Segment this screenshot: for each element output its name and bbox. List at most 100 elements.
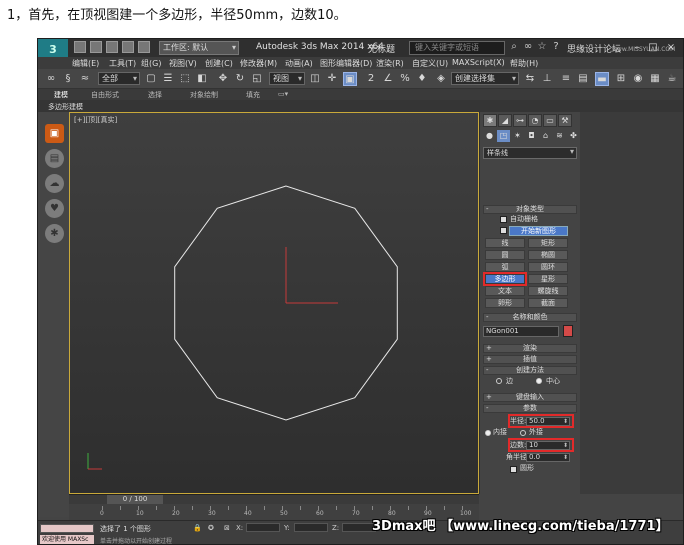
- lights-icon[interactable]: ✶: [511, 130, 524, 142]
- menu-graph-editors[interactable]: 图形编辑器(D): [320, 58, 372, 69]
- shape-category-select[interactable]: 样条线: [483, 147, 577, 159]
- rotate-icon[interactable]: ↻: [233, 72, 247, 86]
- close-icon[interactable]: ×: [664, 41, 678, 54]
- start-new-shape-checkbox[interactable]: [500, 227, 507, 234]
- creation-method-rollout[interactable]: - 创建方法: [483, 366, 577, 375]
- bind-space-warp-icon[interactable]: ≈: [78, 72, 92, 86]
- center-radio[interactable]: [536, 378, 542, 384]
- object-name-input[interactable]: NGon001: [483, 326, 559, 337]
- edge-radio[interactable]: [496, 378, 502, 384]
- menu-views[interactable]: 视图(V): [169, 58, 197, 69]
- scale-icon[interactable]: ◱: [250, 72, 264, 86]
- keyboard-entry-rollout[interactable]: + 键盘输入: [483, 393, 577, 402]
- start-new-shape-button[interactable]: 开始新图形: [509, 226, 568, 236]
- utilities-tab-icon[interactable]: ⚒: [558, 114, 572, 127]
- cameras-icon[interactable]: ◘: [525, 130, 538, 142]
- tab-selection[interactable]: 选择: [148, 90, 162, 100]
- search-input[interactable]: 键入关键字或短语: [409, 41, 505, 55]
- rectangle-button[interactable]: 矩形: [528, 238, 568, 248]
- y-coordinate-input[interactable]: [294, 523, 328, 532]
- menu-modifiers[interactable]: 修改器(M): [240, 58, 277, 69]
- reference-coordinate-select[interactable]: 视图: [269, 72, 305, 85]
- tab-modeling[interactable]: 建模: [54, 90, 68, 100]
- ellipse-button[interactable]: 椭圆: [528, 250, 568, 260]
- modify-tab-icon[interactable]: ◢: [498, 114, 512, 127]
- cloud-icon[interactable]: ☁: [45, 174, 64, 193]
- create-tab-icon[interactable]: ✱: [483, 114, 497, 127]
- percent-snap-icon[interactable]: %: [398, 72, 412, 86]
- curve-editor-icon[interactable]: ▬: [595, 72, 609, 86]
- shapes-icon[interactable]: ◳: [497, 130, 510, 142]
- section-button[interactable]: 截面: [528, 298, 568, 308]
- create-box-icon[interactable]: ▣: [45, 124, 64, 143]
- menu-customize[interactable]: 自定义(U): [412, 58, 448, 69]
- move-icon[interactable]: ✥: [216, 72, 230, 86]
- text-button[interactable]: 文本: [485, 286, 525, 296]
- select-object-icon[interactable]: ▢: [144, 72, 158, 86]
- circular-checkbox[interactable]: [510, 466, 517, 473]
- menu-create[interactable]: 创建(C): [205, 58, 233, 69]
- menu-rendering[interactable]: 渲染(R): [376, 58, 404, 69]
- window-crossing-icon[interactable]: ◧: [195, 72, 209, 86]
- hierarchy-tab-icon[interactable]: ⊶: [513, 114, 527, 127]
- document-icon[interactable]: ▤: [45, 149, 64, 168]
- spinner-snap-icon[interactable]: ♦: [415, 72, 429, 86]
- open-file-icon[interactable]: [90, 41, 102, 53]
- menu-group[interactable]: 组(G): [141, 58, 161, 69]
- time-slider-thumb[interactable]: 0 / 100: [107, 495, 163, 504]
- help-icon[interactable]: ?: [550, 41, 562, 53]
- menu-edit[interactable]: 编辑(E): [72, 58, 99, 69]
- object-type-rollout[interactable]: - 对象类型: [483, 205, 577, 214]
- gear-icon[interactable]: ✱: [45, 224, 64, 243]
- heart-icon[interactable]: ♥: [45, 199, 64, 218]
- line-button[interactable]: 线: [485, 238, 525, 248]
- arc-button[interactable]: 弧: [485, 262, 525, 272]
- interpolation-rollout[interactable]: + 插值: [483, 355, 577, 364]
- tab-populate[interactable]: 填充: [246, 90, 260, 100]
- unlink-icon[interactable]: §: [61, 72, 75, 86]
- search-icon[interactable]: ⌕: [508, 41, 520, 53]
- edit-named-selection-icon[interactable]: ◈: [434, 72, 448, 86]
- parameters-rollout[interactable]: - 参数: [483, 404, 577, 413]
- layer-manager-icon[interactable]: ≡: [559, 72, 573, 86]
- tab-object-paint[interactable]: 对象绘制: [190, 90, 218, 100]
- link-icon[interactable]: ∞: [44, 72, 58, 86]
- motion-tab-icon[interactable]: ◔: [528, 114, 542, 127]
- top-viewport[interactable]: [+][顶][真实]: [69, 112, 479, 494]
- ribbon-options-icon[interactable]: ▭▾: [278, 90, 288, 98]
- space-warps-icon[interactable]: ≋: [553, 130, 566, 142]
- display-tab-icon[interactable]: ▭: [543, 114, 557, 127]
- minimize-icon[interactable]: –: [630, 41, 644, 54]
- named-selection-set-select[interactable]: 创建选择集: [451, 72, 519, 85]
- name-color-rollout[interactable]: - 名称和颜色: [483, 313, 577, 322]
- schematic-view-icon[interactable]: ⊞: [614, 72, 628, 86]
- selection-filter-select[interactable]: 全部: [98, 72, 140, 85]
- auto-grid-checkbox[interactable]: [500, 216, 507, 223]
- binoculars-icon[interactable]: ∞: [522, 41, 534, 53]
- redo-icon[interactable]: [138, 41, 150, 53]
- tab-freeform[interactable]: 自由形式: [91, 90, 119, 100]
- lock-icon[interactable]: 🔒: [193, 524, 202, 532]
- helix-button[interactable]: 螺旋线: [528, 286, 568, 296]
- menu-help[interactable]: 帮助(H): [510, 58, 538, 69]
- geometry-icon[interactable]: ●: [483, 130, 496, 142]
- inscribed-radio[interactable]: [485, 430, 491, 436]
- undo-icon[interactable]: [122, 41, 134, 53]
- object-color-swatch[interactable]: [563, 325, 573, 337]
- menu-animation[interactable]: 动画(A): [285, 58, 313, 69]
- maximize-icon[interactable]: □: [646, 41, 660, 54]
- select-by-name-icon[interactable]: ☰: [161, 72, 175, 86]
- align-icon[interactable]: ⊥: [540, 72, 554, 86]
- save-file-icon[interactable]: [106, 41, 118, 53]
- isolate-icon[interactable]: ✪: [208, 524, 214, 532]
- new-file-icon[interactable]: [74, 41, 86, 53]
- material-editor-icon[interactable]: ◉: [631, 72, 645, 86]
- menu-tools[interactable]: 工具(T): [109, 58, 136, 69]
- mirror-icon[interactable]: ⇆: [523, 72, 537, 86]
- pivot-center-icon[interactable]: ◫: [308, 72, 322, 86]
- maxscript-mini-listener[interactable]: 欢迎使用 MAXSc: [40, 535, 94, 544]
- donut-button[interactable]: 圆环: [528, 262, 568, 272]
- circumscribed-radio[interactable]: [520, 430, 526, 436]
- render-icon[interactable]: ☕: [665, 72, 679, 86]
- x-coordinate-input[interactable]: [246, 523, 280, 532]
